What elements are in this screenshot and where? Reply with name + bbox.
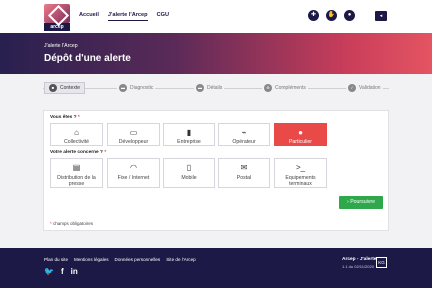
step-details[interactable]: ▬ Détails xyxy=(194,82,225,94)
footer-link-site[interactable]: Site de l'Arcep xyxy=(166,257,195,262)
option-label: Entreprise xyxy=(177,139,201,145)
footer-link-plan[interactable]: Plan du site xyxy=(44,257,68,262)
continue-button[interactable]: › Poursuivre xyxy=(339,196,383,209)
laptop-icon: ▭ xyxy=(129,128,138,137)
accessibility-tools: ✚ ✋ ● xyxy=(308,10,355,21)
twitter-icon[interactable]: 🐦 xyxy=(44,267,54,276)
briefcase-icon: ■ xyxy=(49,84,57,92)
question-topic-label: Votre alerte concerne ? xyxy=(50,150,103,155)
antenna-icon: ⌁ xyxy=(241,128,247,137)
step-label: Contexte xyxy=(60,85,81,91)
attach-icon: ⊕ xyxy=(264,84,272,92)
nav-item-jalerte[interactable]: J'alerte l'Arcep xyxy=(107,12,148,21)
option-label: Equipements terminaux xyxy=(285,175,316,187)
option-presse[interactable]: ▤ Distribution de la presse xyxy=(50,158,103,188)
nav-item-cgu[interactable]: CGU xyxy=(157,12,169,21)
folder-icon: ▬ xyxy=(196,84,204,92)
nav-item-accueil[interactable]: Accueil xyxy=(79,12,99,21)
step-label: Diagnostic xyxy=(130,85,154,91)
required-mark: * xyxy=(50,221,52,226)
option-operateur[interactable]: ⌁ Opérateur xyxy=(218,123,270,146)
option-postal[interactable]: ✉ Postal xyxy=(218,158,270,188)
option-label: Particulier xyxy=(288,139,313,145)
language-button[interactable]: ◂ xyxy=(375,11,387,21)
wifi-icon: ◠ xyxy=(130,163,137,172)
main-nav: Accueil J'alerte l'Arcep CGU xyxy=(79,12,169,21)
arcep-logo[interactable]: arcep xyxy=(44,4,70,31)
step-diagnostic[interactable]: ▬ Diagnostic xyxy=(117,82,156,94)
page-title: Dépôt d'une alerte xyxy=(44,53,131,64)
footer-links: Plan du site Mentions légales Données pe… xyxy=(44,257,196,262)
step-label: Validation xyxy=(359,85,381,91)
mobile-icon: ▯ xyxy=(186,163,192,172)
option-collectivite[interactable]: ⌂ Collectivité xyxy=(50,123,103,146)
institution-icon: ⌂ xyxy=(74,128,79,137)
accessibility-icon[interactable]: ✚ xyxy=(308,10,319,21)
app-info: Arcep - J'alerte 1.1 du 02/11/2020 xyxy=(342,257,376,269)
option-label: Distribution de la presse xyxy=(57,175,96,187)
linkedin-icon[interactable]: in xyxy=(71,267,78,276)
option-label: Mobile xyxy=(181,175,197,181)
continue-button-label: Poursuivre xyxy=(350,199,375,205)
required-mark: * xyxy=(77,115,80,120)
step-label: Compléments xyxy=(275,85,306,91)
logo-mark-icon xyxy=(44,4,70,23)
terminal-icon: >_ xyxy=(295,163,306,172)
footer-link-mentions[interactable]: Mentions légales xyxy=(74,257,108,262)
form-card: Vous êtes ? * ⌂ Collectivité ▭ Développe… xyxy=(43,110,389,231)
option-label: Développeur xyxy=(118,139,149,145)
chevron-right-icon: › xyxy=(347,199,349,205)
step-contexte[interactable]: ■ Contexte xyxy=(44,82,86,94)
option-label: Postal xyxy=(236,175,252,181)
chat-bubble-icon[interactable]: ● xyxy=(344,10,355,21)
building-icon: ▮ xyxy=(186,128,192,137)
site-footer: Plan du site Mentions légales Données pe… xyxy=(0,248,432,288)
envelope-icon: ✉ xyxy=(240,163,248,172)
page-hero: J'alerte l'Arcep Dépôt d'une alerte xyxy=(0,33,432,74)
question-who: Vous êtes ? * xyxy=(50,115,80,120)
question-topic: Votre alerte concerne ? * xyxy=(50,150,106,155)
option-mobile[interactable]: ▯ Mobile xyxy=(163,158,215,188)
required-fields-note: * champs obligatoires xyxy=(50,221,93,226)
footer-badge: KG xyxy=(376,257,387,268)
chat-icon: ▬ xyxy=(119,84,127,92)
option-label: Opérateur xyxy=(232,139,256,145)
step-complements[interactable]: ⊕ Compléments xyxy=(262,82,308,94)
sign-language-icon[interactable]: ✋ xyxy=(326,10,337,21)
required-mark: * xyxy=(104,150,107,155)
option-label: Collectivité xyxy=(63,139,90,145)
breadcrumb[interactable]: J'alerte l'Arcep xyxy=(44,43,78,49)
top-header: arcep Accueil J'alerte l'Arcep CGU ✚ ✋ ●… xyxy=(0,0,432,33)
social-links: 🐦 f in xyxy=(44,267,78,276)
required-note-text: champs obligatoires xyxy=(53,221,94,226)
option-developpeur[interactable]: ▭ Développeur xyxy=(107,123,160,146)
option-particulier[interactable]: ● Particulier xyxy=(274,123,327,146)
check-icon: ✓ xyxy=(348,84,356,92)
question-who-label: Vous êtes ? xyxy=(50,115,77,120)
step-label: Détails xyxy=(207,85,223,91)
option-label: Fixe / Internet xyxy=(117,175,150,181)
step-validation[interactable]: ✓ Validation xyxy=(346,82,383,94)
app-version: 1.1 du 02/11/2020 xyxy=(342,264,374,269)
person-icon: ● xyxy=(298,128,303,137)
facebook-icon[interactable]: f xyxy=(61,267,64,276)
footer-link-donnees[interactable]: Données personnelles xyxy=(115,257,161,262)
option-equipements[interactable]: >_ Equipements terminaux xyxy=(274,158,327,188)
newspaper-icon: ▤ xyxy=(72,163,81,172)
option-fixe-internet[interactable]: ◠ Fixe / Internet xyxy=(107,158,160,188)
option-entreprise[interactable]: ▮ Entreprise xyxy=(163,123,215,146)
form-stepper: ■ Contexte ▬ Diagnostic ▬ Détails ⊕ Comp… xyxy=(43,80,389,96)
app-name: Arcep - J'alerte xyxy=(342,257,377,262)
